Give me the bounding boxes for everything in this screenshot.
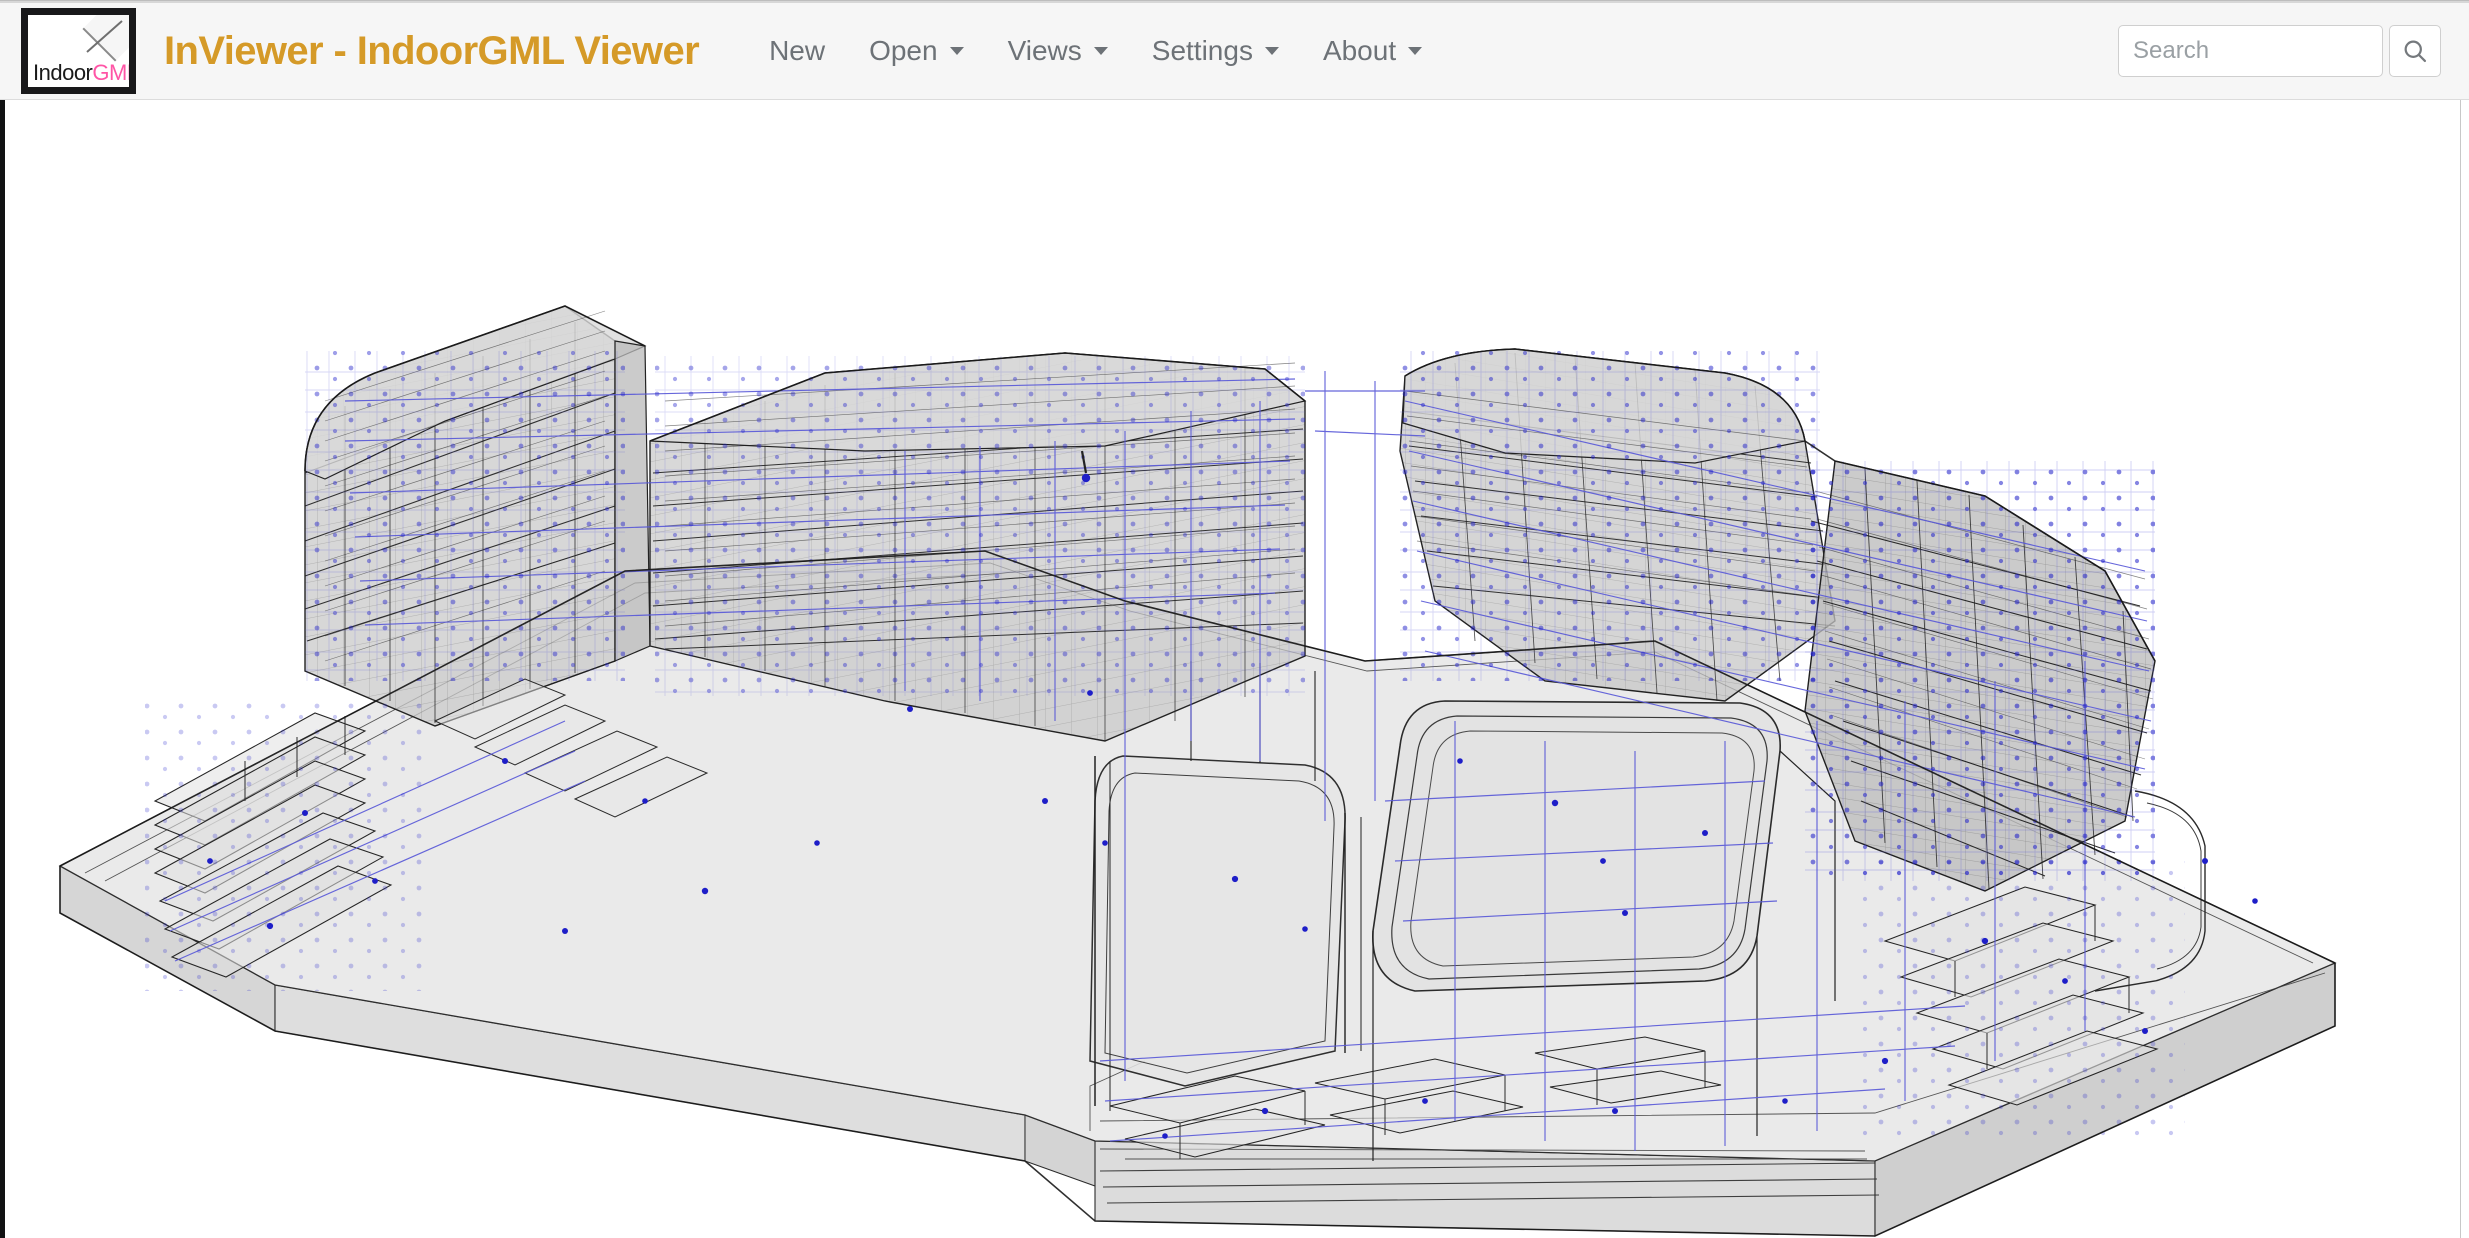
app-root: IndoorGML InViewer - IndoorGML Viewer Ne…: [0, 0, 2469, 1238]
logo-word-indoor: Indoor: [33, 60, 93, 85]
building-model: [58, 305, 2337, 1237]
nav-item-settings[interactable]: Settings: [1130, 25, 1301, 77]
search-area: [2118, 25, 2441, 77]
main-nav: New Open Views Settings About: [747, 25, 1444, 77]
chevron-down-icon: [949, 47, 964, 55]
nav-item-open[interactable]: Open: [847, 25, 986, 77]
logo-corner-line-icon: [86, 20, 123, 53]
chevron-down-icon: [1264, 47, 1279, 55]
logo-wordmark: IndoorGML: [33, 60, 136, 86]
search-button[interactable]: [2389, 25, 2441, 77]
logo-word-gml: GML: [92, 60, 136, 85]
nav-item-about[interactable]: About: [1301, 25, 1444, 77]
app-header: IndoorGML InViewer - IndoorGML Viewer Ne…: [0, 3, 2469, 100]
chevron-down-icon: [1408, 47, 1423, 55]
nav-item-label: Settings: [1151, 35, 1253, 66]
search-icon: [2404, 40, 2427, 63]
building-model-canvas: [58, 305, 2337, 1237]
nav-item-new[interactable]: New: [747, 25, 847, 77]
search-input[interactable]: [2118, 25, 2383, 77]
page-title: InViewer - IndoorGML Viewer: [164, 28, 700, 73]
nav-item-label: New: [769, 35, 826, 66]
nav-item-label: Views: [1007, 35, 1082, 66]
nav-item-label: Open: [869, 35, 938, 66]
chevron-down-icon: [1093, 47, 1108, 55]
indoorgml-3d-viewport[interactable]: [5, 101, 2460, 1238]
nav-item-views[interactable]: Views: [986, 25, 1130, 77]
indoorgml-logo[interactable]: IndoorGML: [21, 8, 136, 94]
window-right-scrollbar[interactable]: [2460, 100, 2469, 1238]
nav-item-label: About: [1322, 35, 1397, 66]
